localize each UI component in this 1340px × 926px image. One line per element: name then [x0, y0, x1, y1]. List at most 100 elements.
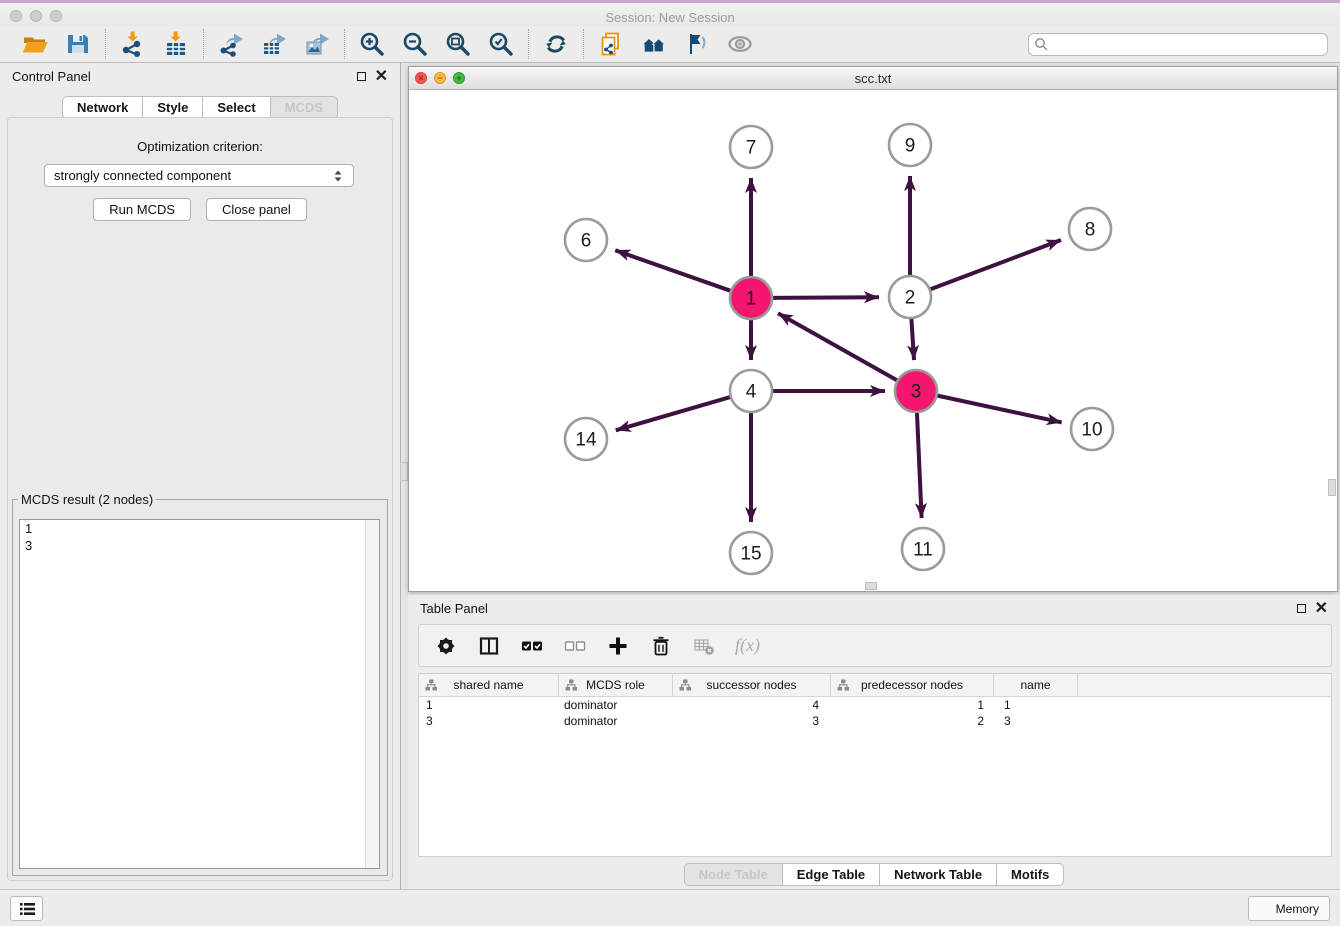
memory-button[interactable]: Memory [1248, 896, 1330, 921]
houses-button[interactable] [640, 30, 668, 58]
graph-node-label-15: 15 [740, 544, 761, 565]
edge-3-1[interactable] [778, 313, 899, 381]
network-close-button[interactable]: × [415, 72, 427, 84]
cell-shared-name[interactable]: 1 [419, 698, 559, 712]
network-graph[interactable]: 1234678910111415 [409, 89, 1337, 591]
search-input[interactable] [1049, 36, 1322, 52]
float-panel-icon[interactable] [357, 72, 366, 81]
horizontal-scroll-thumb[interactable] [865, 582, 877, 590]
edge-1-6[interactable] [615, 250, 733, 291]
tab-network-table[interactable]: Network Table [879, 863, 997, 886]
criterion-dropdown[interactable]: strongly connected component [44, 164, 354, 187]
graph-node-label-10: 10 [1081, 420, 1102, 441]
close-panel-icon[interactable]: ✕ [375, 71, 388, 83]
search-box[interactable] [1028, 33, 1328, 56]
select-all-button[interactable] [520, 634, 544, 658]
column-header-name[interactable]: name [994, 674, 1078, 696]
zoom-in-button[interactable] [358, 30, 386, 58]
tab-style[interactable]: Style [142, 96, 203, 119]
close-panel-button[interactable]: Close panel [206, 198, 307, 221]
tab-select[interactable]: Select [202, 96, 270, 119]
zoom-out-button[interactable] [401, 30, 429, 58]
edge-2-8[interactable] [928, 240, 1061, 290]
table-row[interactable]: 1 dominator 4 1 1 [419, 697, 1331, 713]
column-header-shared-name[interactable]: shared name [419, 674, 559, 696]
mcds-result-legend: MCDS result (2 nodes) [18, 492, 156, 507]
graph-node-label-9: 9 [905, 136, 916, 157]
cell-successor-nodes[interactable]: 3 [673, 714, 831, 728]
mcds-result-list[interactable]: 1 3 [19, 519, 380, 869]
add-column-button[interactable] [606, 634, 630, 658]
dropdown-stepper-icon [332, 168, 344, 184]
app-titlebar: Session: New Session [0, 0, 1340, 29]
column-type-icon [837, 679, 849, 691]
close-table-panel-icon[interactable]: ✕ [1315, 603, 1328, 615]
column-header-mcds-role[interactable]: MCDS role [559, 674, 673, 696]
houses-icon [641, 31, 667, 57]
export-image-button[interactable] [303, 30, 331, 58]
mcds-result-item[interactable]: 3 [20, 537, 379, 554]
control-panel-title: Control Panel [12, 69, 91, 84]
export-network-button[interactable] [217, 30, 245, 58]
tab-edge-table[interactable]: Edge Table [782, 863, 880, 886]
column-type-icon [425, 679, 437, 691]
cell-shared-name[interactable]: 3 [419, 714, 559, 728]
network-window-titlebar[interactable]: × − + scc.txt [409, 67, 1337, 90]
zoom-selected-button[interactable] [487, 30, 515, 58]
panel-splitter-handle[interactable] [400, 462, 408, 481]
list-icon [17, 899, 37, 919]
zoom-fit-button[interactable] [444, 30, 472, 58]
import-table-icon [163, 31, 189, 57]
network-window: × − + scc.txt 1234678910111415 [408, 66, 1338, 592]
import-network-icon [120, 31, 146, 57]
mcds-result-group: MCDS result (2 nodes) 1 3 [12, 492, 388, 876]
task-history-button[interactable] [10, 896, 43, 921]
delete-table-button [692, 634, 716, 658]
split-columns-icon [478, 635, 500, 657]
cell-mcds-role[interactable]: dominator [559, 698, 673, 712]
mcds-result-item[interactable]: 1 [20, 520, 379, 537]
float-table-panel-icon[interactable] [1297, 604, 1306, 613]
flag-button[interactable] [683, 30, 711, 58]
delete-column-button[interactable] [649, 634, 673, 658]
export-table-button[interactable] [260, 30, 288, 58]
import-table-button[interactable] [162, 30, 190, 58]
cell-mcds-role[interactable]: dominator [559, 714, 673, 728]
cell-predecessor-nodes[interactable]: 1 [831, 698, 994, 712]
network-maximize-button[interactable]: + [453, 72, 465, 84]
tab-mcds[interactable]: MCDS [270, 96, 338, 119]
table-row[interactable]: 3 dominator 3 2 3 [419, 713, 1331, 729]
edge-1-2[interactable] [770, 297, 879, 298]
network-minimize-button[interactable]: − [434, 72, 446, 84]
split-panel-button[interactable] [477, 634, 501, 658]
cell-name[interactable]: 1 [994, 698, 1078, 712]
clone-network-button[interactable] [597, 30, 625, 58]
tab-network[interactable]: Network [62, 96, 143, 119]
edge-3-10[interactable] [935, 395, 1062, 422]
eye-button [726, 30, 754, 58]
refresh-button[interactable] [542, 30, 570, 58]
edge-2-3[interactable] [911, 316, 914, 360]
column-type-icon [565, 679, 577, 691]
table-settings-button[interactable] [434, 634, 458, 658]
result-scrollbar[interactable] [365, 520, 379, 868]
network-canvas[interactable]: 1234678910111415 [409, 89, 1337, 591]
run-mcds-button[interactable]: Run MCDS [93, 198, 191, 221]
deselect-all-button[interactable] [563, 634, 587, 658]
import-network-button[interactable] [119, 30, 147, 58]
column-header-successor-nodes[interactable]: successor nodes [673, 674, 831, 696]
flag-icon [684, 31, 710, 57]
cell-successor-nodes[interactable]: 4 [673, 698, 831, 712]
zoom-out-icon [402, 31, 428, 57]
edge-4-14[interactable] [616, 396, 733, 430]
tab-node-table[interactable]: Node Table [684, 863, 783, 886]
column-header-predecessor-nodes[interactable]: predecessor nodes [831, 674, 994, 696]
save-session-button[interactable] [64, 30, 92, 58]
open-session-button[interactable] [21, 30, 49, 58]
export-table-icon [261, 31, 287, 57]
tab-motifs[interactable]: Motifs [996, 863, 1064, 886]
edge-3-11[interactable] [917, 410, 922, 518]
cell-predecessor-nodes[interactable]: 2 [831, 714, 994, 728]
cell-name[interactable]: 3 [994, 714, 1078, 728]
vertical-scroll-thumb[interactable] [1328, 479, 1336, 496]
